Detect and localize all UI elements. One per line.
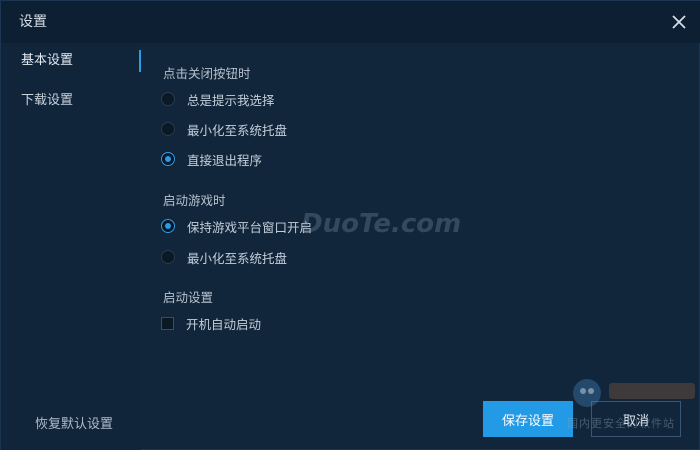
radio-label: 最小化至系统托盘 — [187, 122, 288, 138]
radio-label: 总是提示我选择 — [187, 92, 275, 108]
cancel-button[interactable]: 取消 — [591, 401, 681, 437]
title-bar: 设置 — [1, 1, 700, 43]
radio-option-keep-window-open[interactable]: 保持游戏平台窗口开启 — [161, 216, 312, 236]
radio-label: 直接退出程序 — [187, 152, 263, 168]
restore-defaults-link[interactable]: 恢复默认设置 — [35, 413, 113, 432]
radio-button-checked[interactable] — [161, 152, 175, 166]
save-button[interactable]: 保存设置 — [483, 401, 573, 437]
checkbox-auto-start[interactable]: 开机自动启动 — [161, 313, 261, 333]
close-button[interactable] — [669, 12, 689, 32]
sidebar: 基本设置 下载设置 恢复默认设置 — [1, 43, 141, 450]
settings-window: 设置 基本设置 下载设置 恢复默认设置 点击关闭按钮时 总是提示我选择 最小化至… — [0, 0, 700, 450]
radio-option-exit-program[interactable]: 直接退出程序 — [161, 149, 262, 169]
radio-option-always-ask[interactable]: 总是提示我选择 — [161, 89, 275, 109]
radio-label: 保持游戏平台窗口开启 — [187, 219, 313, 235]
settings-content: 点击关闭按钮时 总是提示我选择 最小化至系统托盘 直接退出程序 启动游戏时 保持… — [141, 43, 699, 449]
section-title-close-behavior: 点击关闭按钮时 — [163, 66, 251, 81]
sidebar-item-label: 基本设置 — [21, 53, 74, 68]
radio-option-minimize-tray[interactable]: 最小化至系统托盘 — [161, 119, 287, 139]
radio-button[interactable] — [161, 122, 175, 136]
close-icon — [672, 15, 686, 29]
section-title-startup: 启动设置 — [163, 290, 214, 305]
radio-option-minimize-tray-launch[interactable]: 最小化至系统托盘 — [161, 247, 287, 267]
sidebar-item-label: 下载设置 — [21, 93, 74, 108]
sidebar-item-download-settings[interactable]: 下载设置 — [1, 83, 141, 119]
radio-button[interactable] — [161, 92, 175, 106]
radio-button-checked[interactable] — [161, 219, 175, 233]
checkbox-label: 开机自动启动 — [186, 316, 262, 332]
radio-button[interactable] — [161, 250, 175, 264]
section-title-game-launch: 启动游戏时 — [163, 193, 226, 208]
checkbox[interactable] — [161, 316, 174, 330]
radio-label: 最小化至系统托盘 — [187, 250, 288, 266]
sidebar-item-basic-settings[interactable]: 基本设置 — [1, 43, 141, 79]
window-title: 设置 — [19, 14, 47, 30]
